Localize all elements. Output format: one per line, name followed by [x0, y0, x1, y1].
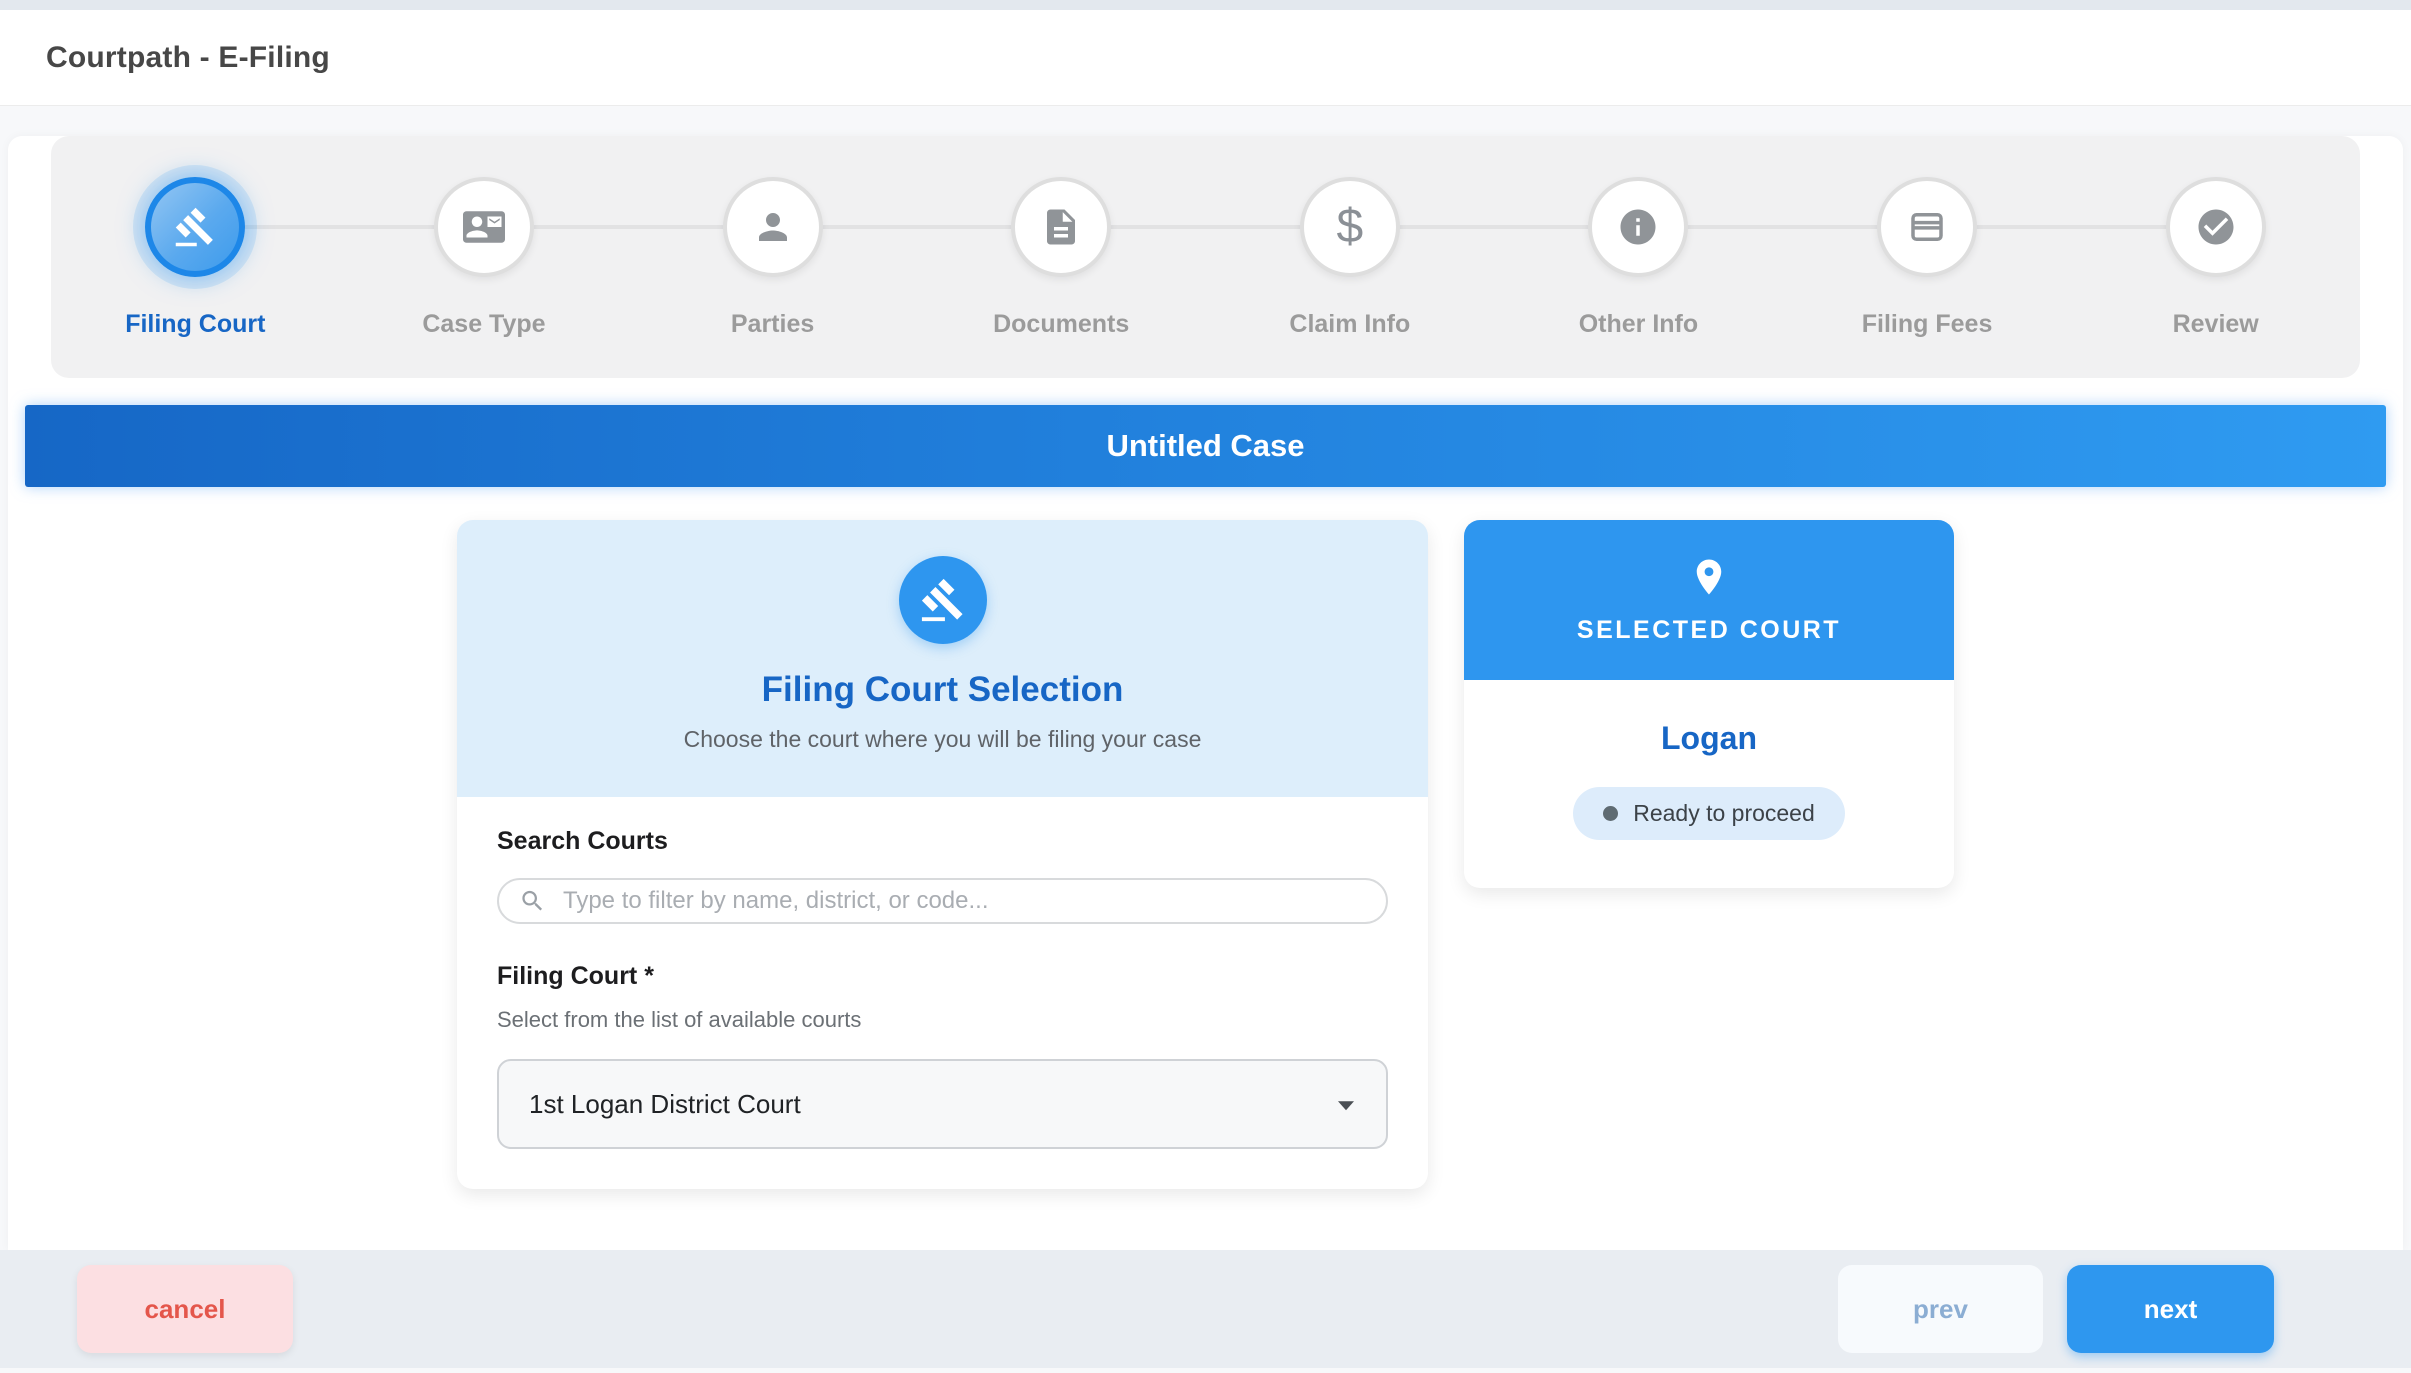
gavel-badge [899, 556, 987, 644]
selected-court-card: SELECTED COURT Logan Ready to proceed [1464, 520, 1954, 888]
wizard-footer: cancel prev next [0, 1250, 2411, 1368]
app-header: Courtpath - E-Filing [0, 10, 2411, 106]
step-other-info[interactable]: Other Info [1494, 136, 1783, 378]
filing-court-card-header: Filing Court Selection Choose the court … [457, 520, 1428, 797]
search-icon [519, 888, 546, 915]
selected-court-title: SELECTED COURT [1577, 616, 1841, 645]
status-text: Ready to proceed [1633, 800, 1815, 827]
step-circle [723, 177, 823, 277]
step-label: Review [2173, 310, 2259, 339]
step-circle [1011, 177, 1111, 277]
info-icon [1617, 206, 1659, 248]
gavel-icon [174, 206, 216, 248]
step-filing-court[interactable]: Filing Court [51, 136, 340, 378]
filing-court-card: Filing Court Selection Choose the court … [457, 520, 1428, 1189]
contact-card-icon [463, 206, 505, 248]
credit-card-icon [1906, 206, 1948, 248]
person-icon [752, 206, 794, 248]
filing-court-label: Filing Court * [497, 962, 1388, 991]
filing-court-card-body: Search Courts Filing Court * Select from… [457, 797, 1428, 1189]
check-circle-icon [2195, 206, 2237, 248]
step-documents[interactable]: Documents [917, 136, 1206, 378]
top-strip [0, 0, 2411, 10]
step-circle [1877, 177, 1977, 277]
panel-title: Filing Court Selection [477, 670, 1408, 710]
step-label: Claim Info [1289, 310, 1410, 339]
stepper: Filing Court Case Type Parties Documents [51, 136, 2360, 378]
page-title: Courtpath - E-Filing [46, 41, 330, 75]
step-circle: $ [1300, 177, 1400, 277]
next-button[interactable]: next [2067, 1265, 2274, 1353]
gavel-icon [920, 577, 966, 623]
prev-button[interactable]: prev [1838, 1265, 2043, 1353]
step-filing-fees[interactable]: Filing Fees [1783, 136, 2072, 378]
filing-court-hint: Select from the list of available courts [497, 1007, 1388, 1033]
step-circle [434, 177, 534, 277]
filing-court-selected-value: 1st Logan District Court [529, 1089, 801, 1120]
step-parties[interactable]: Parties [628, 136, 917, 378]
step-circle [145, 177, 245, 277]
selected-court-header: SELECTED COURT [1464, 520, 1954, 680]
status-dot-icon [1603, 806, 1618, 821]
location-pin-icon [1688, 556, 1730, 598]
case-title: Untitled Case [1106, 428, 1304, 464]
step-review[interactable]: Review [2071, 136, 2360, 378]
status-badge: Ready to proceed [1573, 787, 1845, 840]
step-circle [1588, 177, 1688, 277]
selected-court-body: Logan Ready to proceed [1464, 680, 1954, 888]
step-label: Filing Court [125, 310, 265, 339]
search-courts-input[interactable] [497, 878, 1388, 924]
step-circle [2166, 177, 2266, 277]
filing-court-select[interactable]: 1st Logan District Court [497, 1059, 1388, 1149]
step-claim-info[interactable]: $ Claim Info [1206, 136, 1495, 378]
search-field-wrap [497, 878, 1388, 924]
step-label: Filing Fees [1862, 310, 1993, 339]
search-courts-label: Search Courts [497, 827, 1388, 856]
content-area: Filing Court Selection Choose the court … [8, 487, 2403, 1250]
cancel-button[interactable]: cancel [77, 1265, 293, 1353]
case-title-banner: Untitled Case [25, 405, 2386, 487]
document-icon [1040, 206, 1082, 248]
main-wrapper: Filing Court Case Type Parties Documents [8, 136, 2403, 1250]
step-label: Case Type [422, 310, 545, 339]
step-label: Other Info [1579, 310, 1698, 339]
step-label: Documents [993, 310, 1129, 339]
chevron-down-icon [1338, 1101, 1354, 1110]
dollar-icon: $ [1336, 203, 1363, 251]
selected-court-name: Logan [1484, 720, 1934, 757]
panel-subtitle: Choose the court where you will be filin… [477, 726, 1408, 753]
step-label: Parties [731, 310, 814, 339]
step-case-type[interactable]: Case Type [340, 136, 629, 378]
